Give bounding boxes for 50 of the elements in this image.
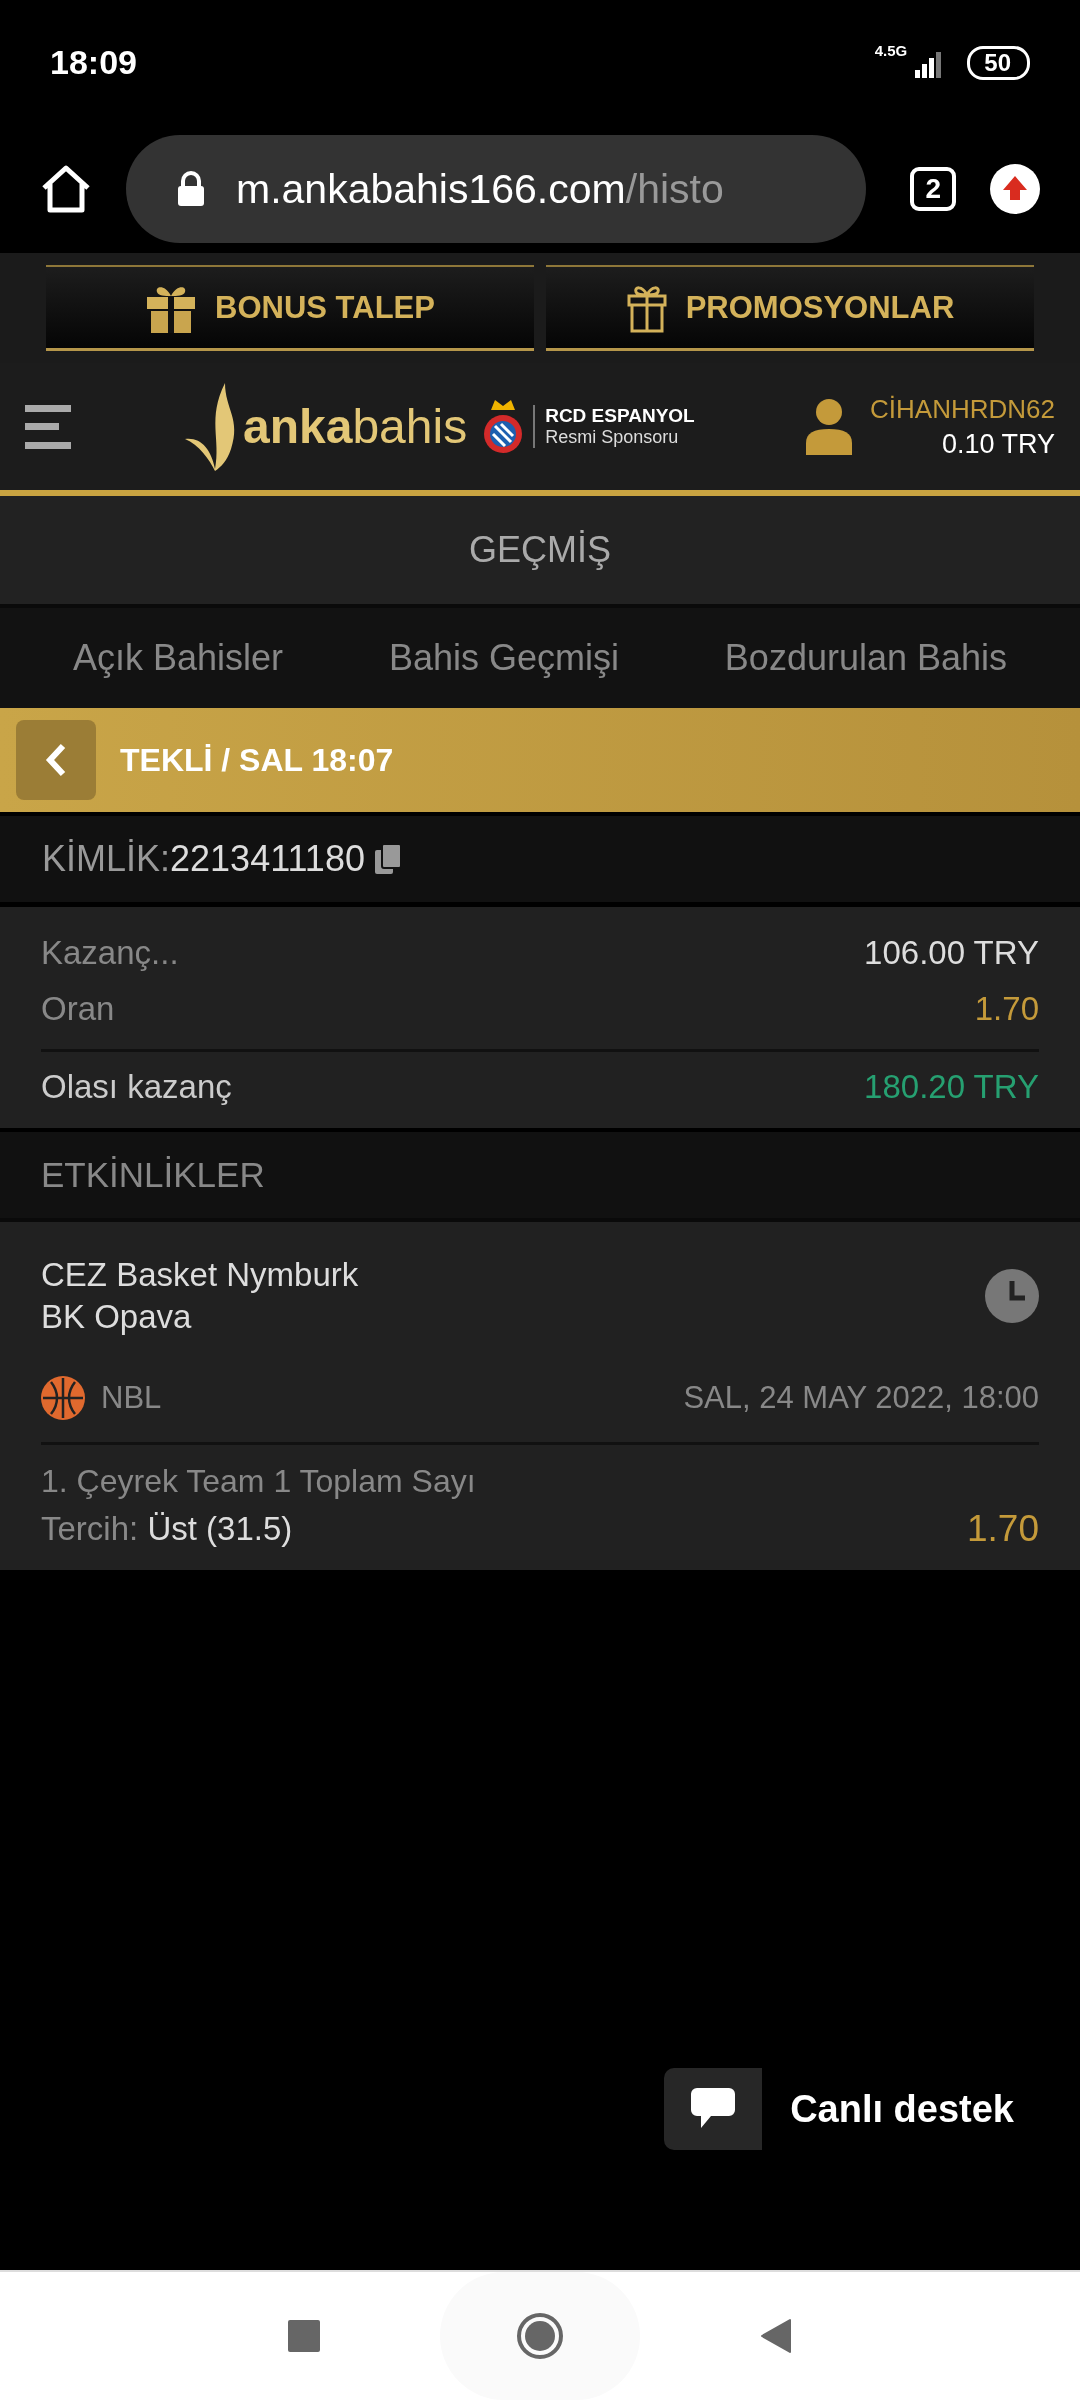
copy-icon[interactable] [374,844,401,874]
clock-icon [985,1269,1039,1323]
basketball-icon [41,1376,85,1420]
user-icon[interactable] [806,398,853,455]
market-name: 1. Çeyrek Team 1 Toplam Sayı [41,1463,477,1500]
balance: 0.10 TRY [941,428,1055,460]
league-name: NBL [101,1380,162,1416]
id-value: 2213411180 [170,838,365,879]
live-support-label[interactable]: Canlı destek [790,2087,1014,2131]
url-path: /histo [625,165,724,212]
back-button[interactable] [16,720,96,800]
summary-value: 1.70 [974,990,1039,1028]
sponsor-subtitle: Resmi Sponsoru [545,427,680,448]
summary-label: Oran [41,990,115,1028]
username: CİHANHRDN62 [870,393,1055,425]
summary-value: 180.20 TRY [864,1068,1039,1106]
back-icon[interactable] [760,2318,792,2354]
logo-text: ankabahis [243,399,468,454]
summary-label: Olası kazanç [41,1068,232,1106]
history-tab[interactable]: Açık Bahisler [72,627,283,689]
page-title: GEÇMİŞ [469,529,611,571]
battery-level: 50 [967,45,1030,80]
home-icon[interactable] [40,164,92,214]
summary-value: 106.00 TRY [864,934,1039,972]
address-bar[interactable]: m.ankabahis166.com/histo [126,135,867,243]
choice-value: Üst (31.5) [147,1510,293,1547]
section-title: ETKİNLİKLER [41,1155,265,1195]
choice-label: Tercih: [41,1510,139,1547]
home-button-icon[interactable] [516,2312,564,2360]
summary-label: Kazanç... [41,934,179,972]
history-tab[interactable]: Bozdurulan Bahis [724,627,1008,689]
chevron-left-icon [45,742,67,778]
menu-icon[interactable] [25,404,71,449]
url-host: m.ankabahis166.com [236,165,626,212]
odds-value: 1.70 [967,1508,1039,1550]
tab-count-button[interactable]: 2 [910,167,956,211]
sponsor-title: RCD ESPANYOL [545,405,695,427]
team-name: CEZ Basket Nymburk [41,1256,359,1294]
lock-icon [176,171,206,207]
club-crest-icon [483,397,524,456]
history-tab[interactable]: Bahis Geçmişi [388,627,619,689]
promo-button[interactable]: PROMOSYONLAR [546,265,1034,351]
chat-button[interactable] [664,2068,763,2150]
promo-button[interactable]: BONUS TALEP [46,265,534,351]
event-date: SAL, 24 MAY 2022, 18:00 [683,1380,1039,1416]
id-label: KİMLİK: [42,838,171,879]
bet-title: TEKLİ / SAL 18:07 [120,741,394,779]
status-time: 18:09 [50,43,137,82]
team-name: BK Opava [41,1298,193,1336]
network-type: 4.5G [874,41,908,59]
